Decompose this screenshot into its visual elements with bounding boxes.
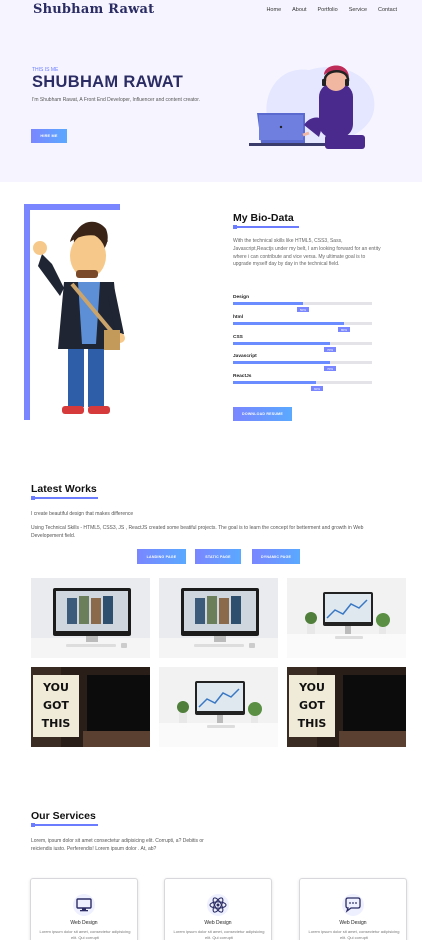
skill-name: Design — [233, 295, 249, 300]
skill-fill — [233, 302, 303, 305]
work-tile-you-got-this[interactable]: YOU GOT THIS — [31, 667, 150, 747]
skill-name: html — [233, 315, 244, 320]
service-card-desc: Lorem ipsum dolor sit amet, consectetur … — [39, 929, 131, 940]
developer-illustration — [249, 65, 375, 149]
hero-section: THIS IS ME SHUBHAM RAWAT I'm Shubham Raw… — [0, 22, 422, 182]
nav-link-service[interactable]: Service — [349, 7, 367, 13]
service-card-desc: Lorem ipsum dolor sit amet, consectetur … — [173, 929, 265, 940]
skill-percent-badge: 70% — [324, 347, 336, 352]
services-title: Our Services — [31, 810, 96, 822]
work-tile-monitor-gallery-2[interactable] — [159, 578, 278, 658]
filter-dynamic-page-button[interactable]: DYNAMIC PAGE — [252, 549, 300, 564]
lightbox-text-line-3: THIS — [298, 717, 327, 730]
nav-link-about[interactable]: About — [292, 7, 306, 13]
lightbox-text-line-2: GOT — [43, 699, 69, 712]
filter-landing-page-button[interactable]: LANDING PAGE — [137, 549, 186, 564]
nav-link-portfolio[interactable]: Portfolio — [318, 7, 338, 13]
skill-javascript: Javascript 70% — [233, 354, 372, 371]
work-tile-desk-setup-2[interactable] — [159, 667, 278, 747]
skill-fill — [233, 342, 331, 345]
atom-icon — [207, 894, 229, 916]
skill-css: CSS 70% — [233, 335, 372, 352]
service-card-title: Web Design — [339, 920, 367, 926]
skill-reactjs: ReactJs 60% — [233, 374, 372, 391]
nav-link-contact[interactable]: Contact — [378, 7, 397, 13]
service-card-2[interactable]: Web Design Lorem ipsum dolor sit amet, c… — [164, 878, 272, 940]
skill-percent-badge: 80% — [338, 327, 350, 332]
bio-text: With the technical skills like HTML5, CS… — [233, 238, 381, 268]
hire-me-button[interactable]: HIRE ME — [31, 129, 67, 143]
services-description: Lorem, ipsum dolor sit amet consectetur … — [31, 838, 204, 852]
download-resume-button[interactable]: DOWNLOAD RESUME — [233, 407, 292, 421]
hero-name: SHUBHAM RAWAT — [32, 73, 184, 91]
works-subtitle: I create beautiful design that makes dif… — [31, 511, 134, 517]
character-illustration — [24, 204, 125, 420]
service-card-desc: Lorem ipsum dolor sit amet, consectetur … — [308, 929, 400, 940]
skill-name: CSS — [233, 335, 243, 340]
skill-percent-badge: 50% — [297, 307, 309, 312]
monitor-photo — [159, 578, 278, 658]
lightbox-text-line-3: THIS — [42, 717, 71, 730]
work-tile-monitor-gallery[interactable] — [31, 578, 150, 658]
monitor-photo — [31, 578, 150, 658]
skill-percent-badge: 60% — [311, 386, 323, 391]
work-tile-you-got-this-2[interactable]: YOU GOT THIS — [287, 667, 406, 747]
filter-static-page-button[interactable]: STATIC PAGE — [195, 549, 241, 564]
works-description: Using Technical Skills - HTML5, CSS3, JS… — [31, 525, 364, 539]
lightbox-text-line-1: YOU — [42, 681, 69, 694]
bio-title: My Bio-Data — [233, 212, 294, 224]
lightbox-text-line-2: GOT — [299, 699, 325, 712]
nav-link-home[interactable]: Home — [266, 7, 281, 13]
lightbox-text-line-1: YOU — [298, 681, 325, 694]
desk-photo — [287, 578, 406, 658]
lightbox-photo: YOU GOT THIS — [31, 667, 150, 747]
service-card-title: Web Design — [70, 920, 98, 926]
work-tile-desk-setup[interactable] — [287, 578, 406, 658]
bio-title-underline — [233, 225, 299, 229]
skill-fill — [233, 381, 317, 384]
skill-percent-badge: 70% — [324, 366, 336, 371]
skill-name: ReactJs — [233, 374, 252, 379]
service-card-title: Web Design — [204, 920, 232, 926]
brand-logo[interactable]: Shubham Rawat — [33, 2, 154, 17]
nav-menu: Home About Portfolio Service Contact — [266, 7, 397, 13]
lightbox-photo: YOU GOT THIS — [287, 667, 406, 747]
skill-fill — [233, 361, 331, 364]
hero-intro: I'm Shubham Rawat, A Front End Developer… — [32, 97, 200, 103]
skill-fill — [233, 322, 345, 325]
desk-photo — [159, 667, 278, 747]
monitor-icon — [73, 894, 95, 916]
works-title-underline — [31, 496, 98, 500]
skill-design: Design 50% — [233, 295, 372, 312]
service-card-3[interactable]: Web Design Lorem ipsum dolor sit amet, c… — [299, 878, 407, 940]
top-navbar: Shubham Rawat Home About Portfolio Servi… — [0, 0, 422, 22]
chat-bubble-icon — [342, 894, 364, 916]
works-title: Latest Works — [31, 483, 97, 495]
skill-html: html 80% — [233, 315, 372, 332]
services-title-underline — [31, 823, 98, 827]
service-card-1[interactable]: Web Design Lorem ipsum dolor sit amet, c… — [30, 878, 138, 940]
skill-name: Javascript — [233, 354, 257, 359]
